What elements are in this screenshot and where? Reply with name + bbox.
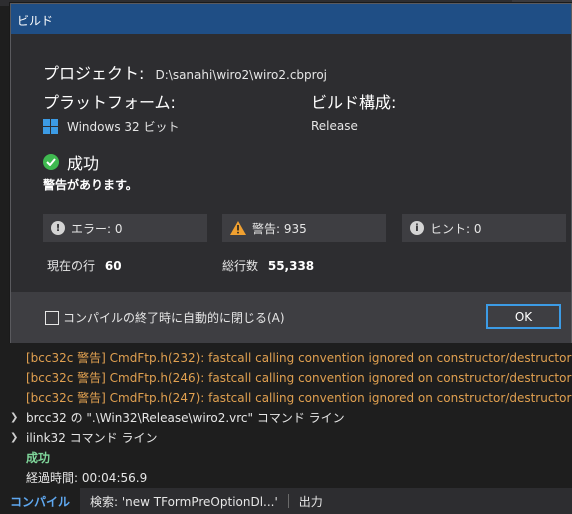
output-elapsed-line: 経過時間: 00:04:56.9 <box>26 471 148 485</box>
platform-label: プラットフォーム: <box>43 93 176 112</box>
output-success-line: 成功 <box>26 451 51 465</box>
tab-search[interactable]: 検索: 'new TFormPreOptionDl...' <box>80 488 288 514</box>
warning-notice: 警告があります。 <box>43 178 138 192</box>
config-value: Release <box>311 119 358 133</box>
output-line[interactable]: [bcc32c 警告] CmdFtp.h(246): fastcall call… <box>26 369 571 386</box>
dialog-footer: コンパイルの終了時に自動的に閉じる(A) OK <box>11 292 571 343</box>
current-line-label: 現在の行 <box>47 259 96 273</box>
total-lines-value: 55,338 <box>267 259 315 273</box>
bottom-tabs: コンパイル 検索: 'new TFormPreOptionDl...' 出力 <box>0 488 572 514</box>
errors-count: エラー: 0 <box>71 221 123 236</box>
tab-output[interactable]: 出力 <box>289 488 333 514</box>
platform-value: Windows 32 ビット <box>67 120 180 134</box>
errors-box: ! エラー: 0 <box>43 214 207 242</box>
status-text: 成功 <box>67 154 100 173</box>
autoclose-option[interactable]: コンパイルの終了時に自動的に閉じる(A) <box>45 309 285 326</box>
hints-count: ヒント: 0 <box>430 221 482 236</box>
project-label: プロジェクト: <box>43 64 145 83</box>
project-row: プロジェクト: D:\sanahi\wiro2\wiro2.cbproj <box>43 60 327 84</box>
error-icon: ! <box>51 221 65 235</box>
output-panel: [bcc32c 警告] CmdFtp.h(232): fastcall call… <box>0 343 572 488</box>
output-line[interactable]: brcc32 の ".\Win32\Release\wiro2.vrc" コマン… <box>26 409 345 426</box>
chevron-right-icon[interactable]: ❯ <box>10 412 18 423</box>
dialog-title: ビルド <box>11 4 571 34</box>
warnings-count: 警告: 935 <box>252 221 307 236</box>
output-line[interactable]: [bcc32c 警告] CmdFtp.h(232): fastcall call… <box>26 349 571 366</box>
autoclose-checkbox[interactable] <box>45 310 59 325</box>
dialog-body: プロジェクト: D:\sanahi\wiro2\wiro2.cbproj プラッ… <box>11 34 571 292</box>
config-label: ビルド構成: <box>311 93 397 112</box>
project-path: D:\sanahi\wiro2\wiro2.cbproj <box>155 68 328 82</box>
tab-compile[interactable]: コンパイル <box>0 488 81 514</box>
total-lines-row: 総行数 55,338 <box>222 257 314 274</box>
windows-icon <box>43 119 58 134</box>
autoclose-label: コンパイルの終了時に自動的に閉じる(A) <box>63 311 285 325</box>
total-lines-label: 総行数 <box>222 259 259 273</box>
build-dialog: ビルド プロジェクト: D:\sanahi\wiro2\wiro2.cbproj… <box>10 3 572 343</box>
current-line-value: 60 <box>104 259 122 273</box>
chevron-right-icon[interactable]: ❯ <box>10 432 18 443</box>
status-row: 成功 <box>43 150 99 174</box>
check-icon <box>43 154 59 170</box>
warning-icon <box>230 221 246 235</box>
output-line[interactable]: [bcc32c 警告] CmdFtp.h(247): fastcall call… <box>26 389 571 406</box>
ok-button[interactable]: OK <box>486 304 561 329</box>
info-icon: i <box>410 221 424 235</box>
warnings-box: 警告: 935 <box>222 214 386 242</box>
current-line-row: 現在の行 60 <box>47 257 122 274</box>
hints-box: i ヒント: 0 <box>402 214 566 242</box>
output-line[interactable]: ilink32 コマンド ライン <box>26 429 157 446</box>
platform-value-row: Windows 32 ビット <box>43 118 179 135</box>
